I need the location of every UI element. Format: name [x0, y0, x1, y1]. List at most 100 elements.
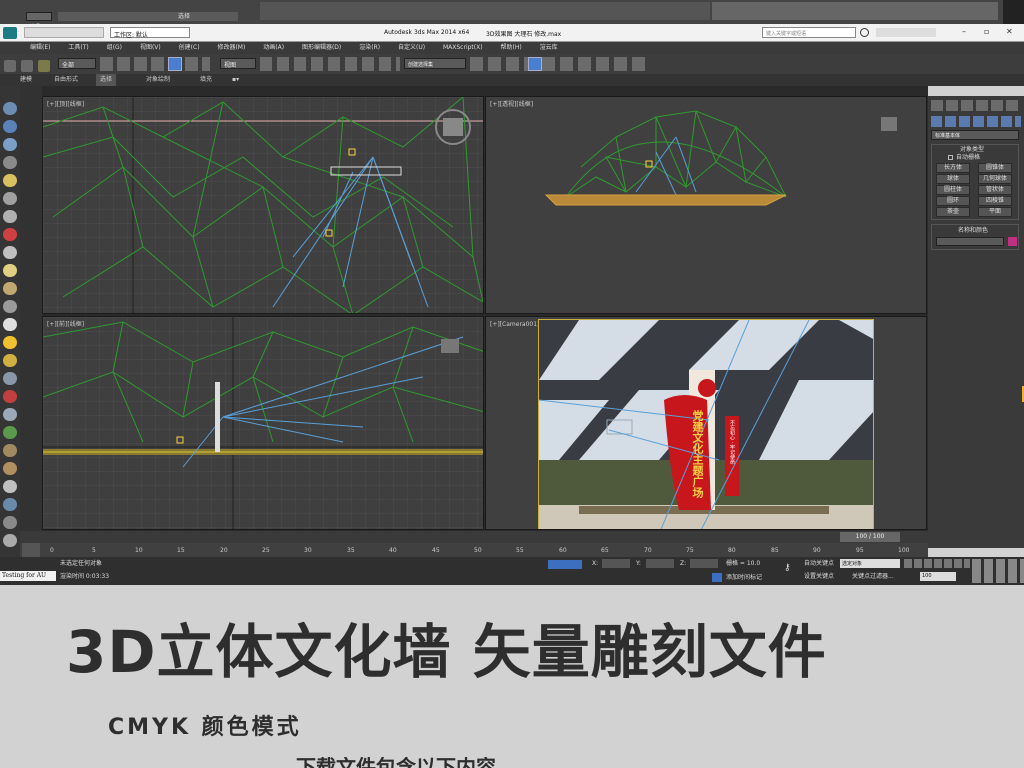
menu-render-cloud[interactable]: 渲云库: [540, 44, 558, 51]
menu-customize[interactable]: 自定义(U): [398, 44, 425, 51]
tool-icon-16[interactable]: [3, 372, 17, 385]
minimize-icon[interactable]: –: [962, 27, 966, 36]
name-color-title[interactable]: 名称和颜色: [958, 228, 988, 234]
tool-icon-17[interactable]: [3, 390, 17, 403]
menu-graph-editors[interactable]: 图形编辑器(D): [302, 44, 341, 51]
auto-key-button[interactable]: 自动关键点: [804, 561, 834, 567]
tool-icon-7[interactable]: [3, 210, 17, 223]
tool-icon-23[interactable]: [3, 498, 17, 511]
cone-button[interactable]: 圆锥体: [978, 163, 1012, 173]
name-field[interactable]: 选择: [26, 12, 52, 30]
tool-icon-14[interactable]: [3, 336, 17, 349]
set-key-button[interactable]: 设置关键点: [804, 574, 834, 580]
viewport-camera[interactable]: [+][Camera001][真实] 党建文化主题广场 不忘初心 · 牢记使命: [485, 316, 927, 530]
menu-help[interactable]: 帮助(H): [501, 44, 522, 51]
menu-maxscript[interactable]: MAXScript(X): [443, 44, 483, 51]
link-tools[interactable]: [4, 57, 56, 72]
current-frame-field[interactable]: 100: [920, 572, 956, 581]
ribbon-options-icon[interactable]: ▪▾: [232, 74, 239, 86]
search-icon[interactable]: [860, 28, 869, 37]
menu-tools[interactable]: 工具(T): [68, 44, 88, 51]
cylinder-button[interactable]: 圆柱体: [936, 185, 970, 195]
geosphere-button[interactable]: 几何球体: [978, 174, 1012, 184]
object-type-title[interactable]: 对象类型: [960, 147, 984, 153]
tool-icon-20[interactable]: [3, 444, 17, 457]
app-logo-icon[interactable]: [3, 27, 17, 39]
teapot-button[interactable]: 茶壶: [936, 207, 970, 217]
pyramid-button[interactable]: 四棱锥: [978, 196, 1012, 206]
render-tools[interactable]: [470, 57, 650, 71]
tool-icon-21[interactable]: [3, 462, 17, 475]
tab-populate[interactable]: 填充: [200, 74, 212, 86]
tool-icon-1[interactable]: [3, 102, 17, 115]
menu-edit[interactable]: 编辑(E): [30, 44, 50, 51]
auto-grid-checkbox[interactable]: [948, 155, 953, 160]
playback-controls[interactable]: [904, 559, 970, 568]
torus-button[interactable]: 圆环: [936, 196, 970, 206]
sphere-button[interactable]: 球体: [936, 174, 970, 184]
select-move-icon[interactable]: [168, 57, 182, 71]
frame-counter[interactable]: 100 / 100: [840, 532, 900, 542]
key-icon[interactable]: ⚷: [784, 563, 791, 573]
tab-object-paint[interactable]: 对象绘制: [146, 74, 170, 86]
viewport-top-label[interactable]: [+][顶][线框]: [47, 99, 84, 108]
tool-icon-22[interactable]: [3, 480, 17, 493]
viewport-navigation-controls[interactable]: [972, 559, 1024, 583]
box-button[interactable]: 长方体: [936, 163, 970, 173]
tool-icon-8[interactable]: [3, 228, 17, 241]
tool-icon-10[interactable]: [3, 264, 17, 277]
quick-access-toolbar[interactable]: [24, 27, 104, 38]
select-transform-tools[interactable]: [100, 57, 210, 71]
y-coord-field[interactable]: [646, 559, 674, 568]
z-coord-field[interactable]: [690, 559, 718, 568]
tool-icon-25[interactable]: [3, 534, 17, 547]
viewport-top[interactable]: [+][顶][线框]: [42, 96, 484, 314]
menu-group[interactable]: 组(G): [107, 44, 122, 51]
tool-icon-5[interactable]: [3, 174, 17, 187]
viewport-perspective[interactable]: [+][透视][线框]: [485, 96, 927, 314]
workspace-dropdown[interactable]: 工作区: 默认: [110, 27, 190, 39]
menu-views[interactable]: 视图(V): [140, 44, 161, 51]
menu-create[interactable]: 创建(C): [179, 44, 200, 51]
named-selection-set[interactable]: 创建选择集: [404, 58, 466, 69]
viewport-perspective-label[interactable]: [+][透视][线框]: [490, 99, 533, 108]
tool-icon-24[interactable]: [3, 516, 17, 529]
tool-icon-13[interactable]: [3, 318, 17, 331]
key-mode-dropdown[interactable]: 选定对象: [840, 559, 900, 568]
tab-freeform[interactable]: 自由形式: [54, 74, 78, 86]
info-center-icons[interactable]: [876, 28, 936, 37]
tool-icon-4[interactable]: [3, 156, 17, 169]
tool-icon-11[interactable]: [3, 282, 17, 295]
tool-icon-2[interactable]: [3, 120, 17, 133]
viewport-front[interactable]: [+][前][线框]: [42, 316, 484, 530]
plane-button[interactable]: 平面: [978, 207, 1012, 217]
tool-icon-19[interactable]: [3, 426, 17, 439]
track-bar[interactable]: 0 5 10 15 20 25 30 35 40 45 50 55 60 65 70 75 80 85 90 95 10…: [20, 543, 928, 557]
tool-icon-6[interactable]: [3, 192, 17, 205]
reference-coord-dropdown[interactable]: 视图: [220, 58, 256, 69]
menu-rendering[interactable]: 渲染(R): [359, 44, 380, 51]
create-category-buttons[interactable]: [931, 116, 1021, 127]
key-filters-button[interactable]: 关键点过滤器...: [852, 574, 894, 580]
menu-animation[interactable]: 动画(A): [263, 44, 284, 51]
tool-icon-9[interactable]: [3, 246, 17, 259]
object-name-input[interactable]: [936, 237, 1004, 246]
object-color-swatch[interactable]: [1008, 237, 1017, 246]
scene-explorer-icon[interactable]: [528, 57, 542, 71]
time-slider[interactable]: 100 / 100: [20, 531, 928, 543]
x-coord-field[interactable]: [602, 559, 630, 568]
menu-modifiers[interactable]: 修改器(M): [217, 44, 245, 51]
viewport-front-label[interactable]: [+][前][线框]: [47, 319, 84, 328]
tube-button[interactable]: 管状体: [978, 185, 1012, 195]
tab-selection[interactable]: 选择: [96, 74, 117, 86]
mini-curve-editor-icon[interactable]: [22, 543, 40, 557]
tool-icon-12[interactable]: [3, 300, 17, 313]
topstrip-field[interactable]: [58, 12, 238, 21]
add-time-tag[interactable]: 添加时间标记: [726, 575, 762, 581]
tab-modeling[interactable]: 建模: [20, 74, 32, 86]
tool-icon-3[interactable]: [3, 138, 17, 151]
command-panel-tabs[interactable]: [931, 100, 1021, 111]
close-icon[interactable]: ✕: [1006, 27, 1013, 36]
snap-tools[interactable]: [260, 57, 400, 71]
tool-icon-15[interactable]: [3, 354, 17, 367]
